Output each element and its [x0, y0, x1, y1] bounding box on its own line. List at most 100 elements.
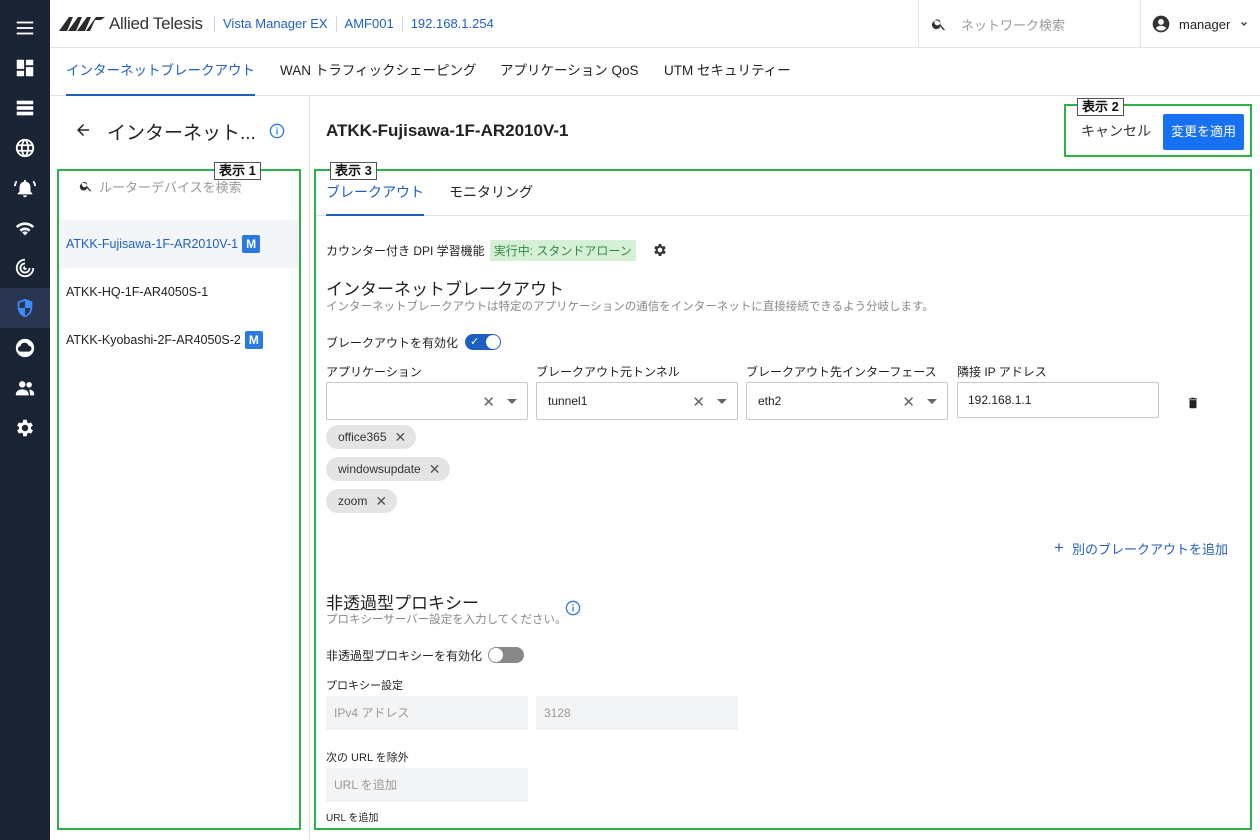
- alarm-bell-icon[interactable]: [0, 168, 50, 208]
- chip-remove-icon[interactable]: ✕: [375, 493, 387, 510]
- toggle-knob: [486, 335, 501, 349]
- check-icon: ✓: [470, 336, 480, 348]
- interface-select[interactable]: eth2 ✕: [746, 382, 948, 420]
- user-menu[interactable]: manager: [1140, 0, 1260, 48]
- apply-changes-button[interactable]: 変更を適用: [1163, 114, 1244, 150]
- network-search-placeholder: ネットワーク検索: [961, 17, 1066, 33]
- tab-application-qos[interactable]: アプリケーション QoS: [500, 48, 639, 96]
- exclude-url-hint: URL を追加: [326, 813, 379, 824]
- left-panel-header: インターネット...: [50, 96, 310, 168]
- application-chip: windowsupdate ✕: [326, 457, 451, 481]
- cloud-icon[interactable]: [0, 328, 50, 368]
- chip-remove-icon[interactable]: ✕: [429, 461, 441, 478]
- list-icon[interactable]: [0, 88, 50, 128]
- tab-utm-security[interactable]: UTM セキュリティー: [664, 48, 791, 96]
- back-arrow-icon[interactable]: [74, 121, 92, 139]
- dpi-status-badge: 実行中: スタンドアローン: [489, 239, 636, 261]
- breakout-enable-row: ブレークアウトを有効化 ✓: [326, 332, 502, 352]
- chip-label: office365: [338, 430, 387, 444]
- app-window: Allied Telesis Vista Manager EX AMF001 1…: [0, 0, 1260, 840]
- dropdown-caret-icon[interactable]: [507, 399, 517, 404]
- chip-remove-icon[interactable]: ✕: [395, 429, 407, 446]
- annotation-box-3: [314, 169, 1252, 830]
- tunnel-select-value: tunnel1: [548, 394, 588, 408]
- application-select[interactable]: ✕: [326, 382, 528, 420]
- chevron-down-icon: [1241, 22, 1248, 26]
- application-chip: zoom ✕: [326, 489, 398, 513]
- menu-icon[interactable]: [0, 8, 50, 48]
- device-list-item[interactable]: ATKK-Kyobashi-2F-AR4050S-2 M: [60, 316, 298, 364]
- proxy-section-description: プロキシーサーバー設定を入力してください。: [326, 614, 567, 626]
- wifi-icon[interactable]: [0, 208, 50, 248]
- proxy-port-input[interactable]: 3128: [536, 696, 738, 730]
- breakout-enable-toggle[interactable]: ✓: [465, 334, 502, 350]
- breadcrumb-product[interactable]: Vista Manager EX: [214, 16, 336, 32]
- shield-icon[interactable]: [0, 288, 50, 328]
- breadcrumb-amf[interactable]: AMF001: [335, 16, 402, 32]
- device-title: ATKK-Fujisawa-1F-AR2010V-1: [326, 121, 569, 140]
- plus-icon: +: [1054, 538, 1064, 557]
- device-list-item[interactable]: ATKK-HQ-1F-AR4050S-1: [60, 268, 298, 316]
- tunnel-select[interactable]: tunnel1 ✕: [536, 382, 738, 420]
- device-name: ATKK-HQ-1F-AR4050S-1: [66, 285, 209, 299]
- panel-divider: [309, 96, 310, 840]
- application-field-label: アプリケーション: [326, 365, 422, 379]
- interface-select-value: eth2: [758, 394, 782, 408]
- proxy-enable-row: 非透過型プロキシーを有効化: [326, 645, 525, 665]
- delete-trash-icon[interactable]: [1186, 396, 1200, 410]
- globe-icon[interactable]: [0, 128, 50, 168]
- dpi-settings-gear-icon[interactable]: [652, 242, 668, 258]
- device-search-placeholder: ルーターデバイスを検索: [99, 179, 242, 195]
- radar-icon[interactable]: [0, 248, 50, 288]
- breakout-enable-label: ブレークアウトを有効化: [326, 335, 459, 350]
- dropdown-caret-icon[interactable]: [927, 399, 937, 404]
- device-search-input[interactable]: ルーターデバイスを検索: [67, 169, 293, 203]
- search-icon: [931, 19, 945, 31]
- breadcrumb: Vista Manager EX AMF001 192.168.1.254: [214, 16, 502, 32]
- detail-tabs: ブレークアウト モニタリング: [316, 172, 1250, 216]
- breakout-section-description: インターネットブレークアウトは特定のアプリケーションの通信をインターネットに直接…: [326, 301, 934, 313]
- device-name: ATKK-Fujisawa-1F-AR2010V-1: [66, 237, 239, 251]
- device-name: ATKK-Kyobashi-2F-AR4050S-2: [66, 333, 241, 347]
- allied-telesis-logo-icon: [59, 17, 105, 31]
- tab-internet-breakout[interactable]: インターネットブレークアウト: [66, 48, 255, 96]
- exclude-url-label: 次の URL を除外: [326, 752, 409, 764]
- clear-icon[interactable]: ✕: [902, 393, 915, 411]
- interface-field-label: ブレークアウト先インターフェース: [746, 365, 937, 379]
- add-breakout-link[interactable]: + 別のブレークアウトを追加: [1054, 538, 1228, 558]
- neighbor-ip-input[interactable]: 192.168.1.1: [957, 382, 1159, 418]
- device-list-item[interactable]: ATKK-Fujisawa-1F-AR2010V-1 M: [60, 220, 298, 268]
- add-breakout-label: 別のブレークアウトを追加: [1071, 541, 1228, 557]
- proxy-enable-toggle[interactable]: [488, 647, 525, 663]
- annotation-label-3: 表示 3: [330, 162, 377, 180]
- tab-wan-traffic-shaping[interactable]: WAN トラフィックシェーピング: [280, 48, 476, 96]
- proxy-info-icon[interactable]: [565, 600, 581, 621]
- user-name: manager: [1179, 16, 1231, 32]
- breadcrumb-ip[interactable]: 192.168.1.254: [401, 16, 502, 32]
- nav-rail: [0, 0, 50, 840]
- account-circle-icon: [1152, 15, 1170, 33]
- dropdown-caret-icon[interactable]: [717, 399, 727, 404]
- neighbor-ip-field-label: 隣接 IP アドレス: [957, 365, 1047, 379]
- proxy-enable-label: 非透過型プロキシーを有効化: [326, 648, 483, 663]
- clear-icon[interactable]: ✕: [482, 393, 495, 411]
- exclude-url-input[interactable]: URL を追加: [326, 768, 528, 802]
- tunnel-field-label: ブレークアウト元トンネル: [536, 365, 680, 379]
- proxy-settings-label: プロキシー設定: [326, 680, 403, 692]
- network-search-input[interactable]: ネットワーク検索: [918, 0, 1140, 48]
- proxy-ipv4-input[interactable]: IPv4 アドレス: [326, 696, 528, 730]
- settings-gear-icon[interactable]: [0, 408, 50, 448]
- brand-logo: Allied Telesis: [59, 14, 203, 34]
- clear-icon[interactable]: ✕: [692, 393, 705, 411]
- left-panel-title: インターネット...: [107, 123, 256, 144]
- cancel-button[interactable]: キャンセル: [1076, 114, 1156, 148]
- search-icon: [79, 181, 92, 192]
- breakout-section-title: インターネットブレークアウト: [326, 280, 564, 299]
- dashboard-icon[interactable]: [0, 48, 50, 88]
- tab-monitoring[interactable]: モニタリング: [449, 172, 533, 216]
- users-icon[interactable]: [0, 368, 50, 408]
- toggle-knob: [489, 648, 504, 662]
- managed-badge: M: [244, 331, 263, 349]
- info-icon[interactable]: [269, 123, 285, 144]
- managed-badge: M: [242, 235, 261, 253]
